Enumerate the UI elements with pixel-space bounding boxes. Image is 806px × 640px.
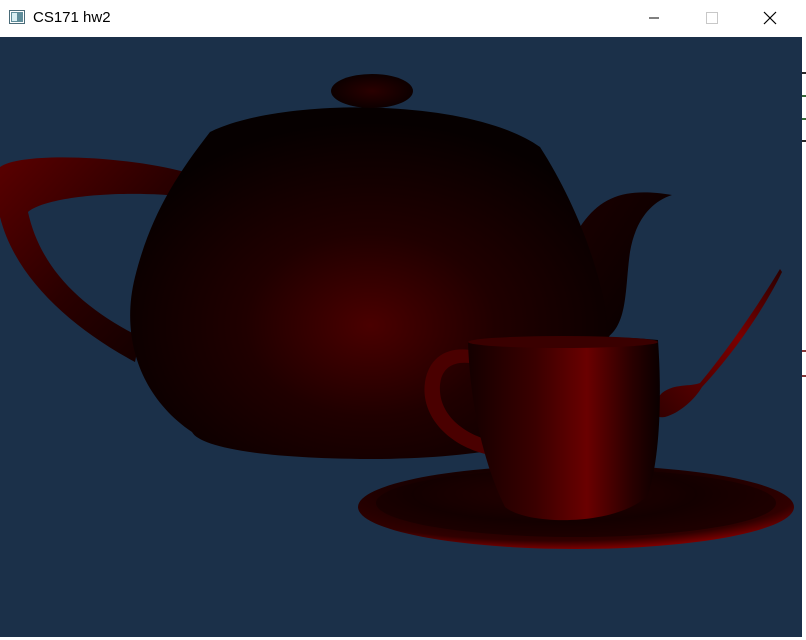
minimize-icon	[649, 17, 659, 19]
title-bar[interactable]: CS171 hw2	[0, 0, 802, 36]
minimize-button[interactable]	[625, 0, 683, 36]
console-window-icon	[9, 10, 25, 24]
close-button[interactable]	[741, 0, 799, 36]
spoon	[653, 269, 782, 418]
close-icon	[763, 11, 777, 25]
maximize-icon	[706, 12, 718, 24]
render-viewport[interactable]	[0, 37, 802, 637]
background-window-edge	[802, 0, 806, 640]
maximize-button[interactable]	[683, 0, 741, 36]
rendered-scene	[0, 74, 794, 549]
teapot-lid-knob	[331, 74, 413, 108]
app-window: CS171 hw2	[0, 0, 802, 640]
window-title: CS171 hw2	[33, 9, 111, 26]
